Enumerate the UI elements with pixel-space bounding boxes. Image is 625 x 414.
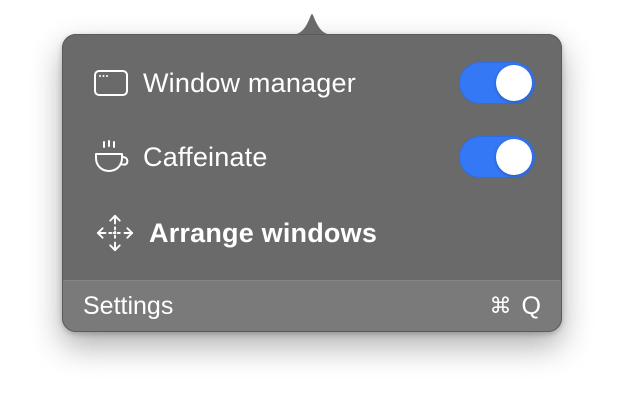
shortcut-key: Q	[521, 291, 541, 320]
caffeinate-row[interactable]: Caffeinate	[63, 129, 561, 185]
coffee-cup-icon	[91, 137, 131, 177]
quit-shortcut[interactable]: ⌘ Q	[490, 292, 541, 321]
popover-footer: Settings ⌘ Q	[63, 280, 561, 331]
window-manager-toggle[interactable]	[459, 62, 535, 104]
toggle-knob	[496, 65, 532, 101]
settings-button[interactable]: Settings	[83, 292, 173, 321]
command-key-icon: ⌘	[489, 293, 512, 319]
toggle-knob	[496, 139, 532, 175]
menu-bar-popover-stage: Window manager Caffeinate Arrange window…	[0, 0, 625, 414]
caffeinate-toggle[interactable]	[459, 136, 535, 178]
popover-body: Window manager Caffeinate Arrange window…	[62, 34, 562, 332]
popover-arrow	[284, 14, 340, 36]
window-manager-label: Window manager	[143, 67, 356, 98]
caffeinate-label: Caffeinate	[143, 141, 268, 172]
window-manager-row[interactable]: Window manager	[63, 55, 561, 111]
window-icon	[91, 63, 131, 103]
arrange-windows-label: Arrange windows	[149, 217, 378, 248]
menu-popover: Window manager Caffeinate Arrange window…	[62, 14, 562, 332]
move-arrows-icon	[95, 213, 135, 253]
arrange-windows-row[interactable]: Arrange windows	[63, 205, 561, 261]
